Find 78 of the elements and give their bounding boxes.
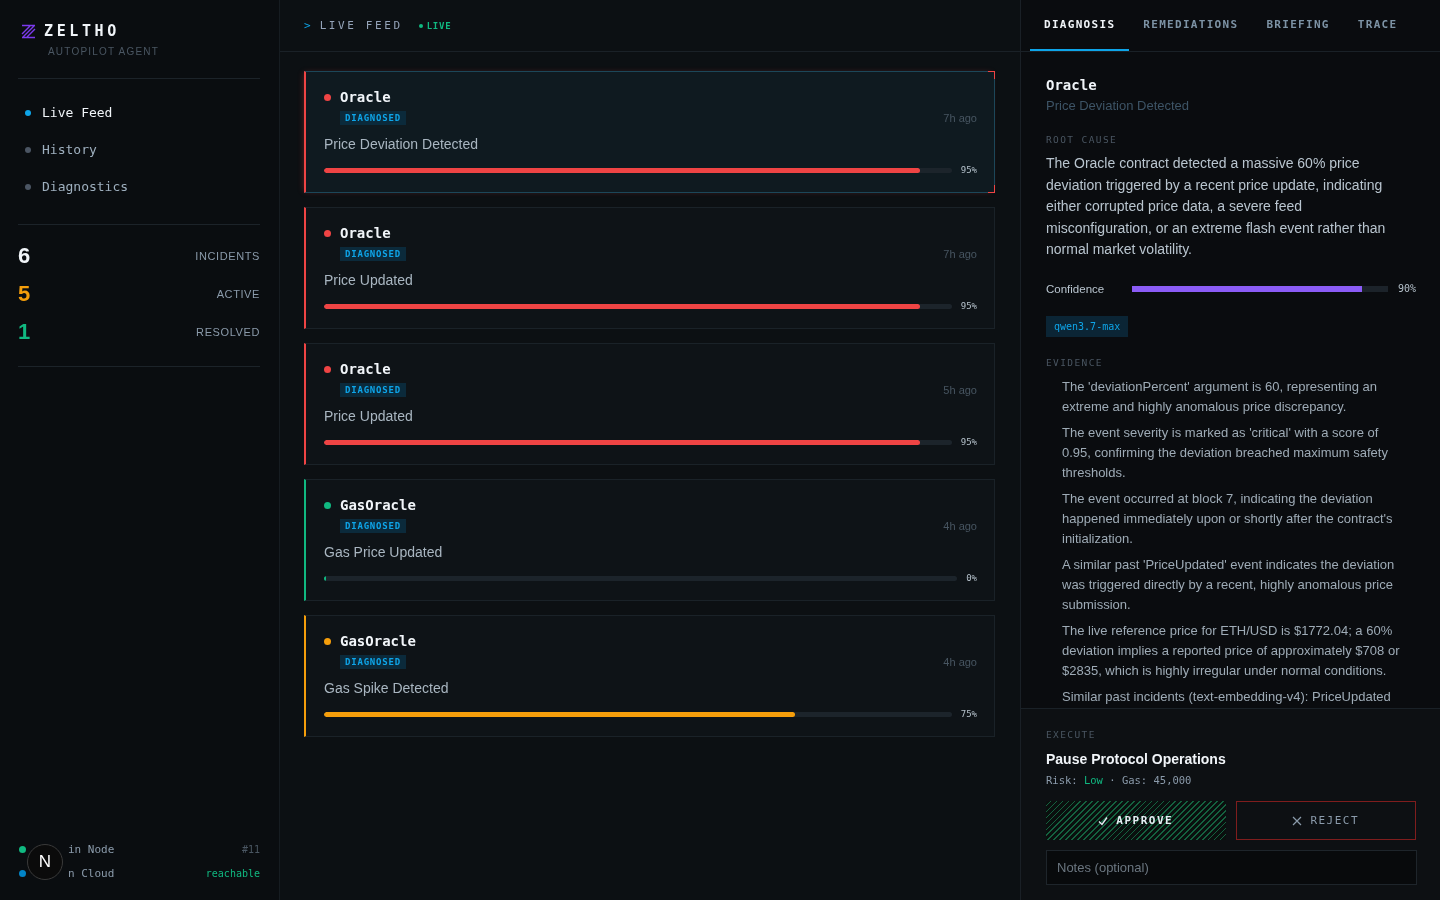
reject-button[interactable]: REJECT [1235,801,1416,840]
evidence-item: Similar past incidents (text-embedding-v4): PriceUpdated [1062,687,1392,706]
incident-title: Gas Price Updated [324,543,444,561]
evidence-item: A similar past 'PriceUpdated' event indicates the deviation was triggered directly by a recent, highly anomalous price submission. [1062,555,1396,614]
incident-source: Oracle [340,225,391,241]
incident-source: GasOracle [340,497,416,513]
incident-title: Price Updated [324,271,414,289]
logo-icon [21,23,36,39]
stat-label: RESOLVED [196,326,260,338]
tab[interactable]: DIAGNOSIS [1030,0,1130,51]
incident-title: Price Deviation Detected [324,135,480,153]
node-status: reachable [205,867,260,879]
incident-card[interactable]: GasOracle DIAGNOSED 4h ago Gas Price Updated 0% [304,479,995,601]
evidence-item: The 'deviationPercent' argument is 60, representing an extreme and highly anomalous price discrepancy. [1062,377,1378,416]
feed-title: LIVE FEED [319,19,403,32]
check-icon [1098,815,1109,826]
progress-reading: 95% [960,437,977,447]
close-icon [1292,815,1303,826]
stat-value: 6 [18,243,31,269]
incident-source: Oracle [340,89,391,105]
progress-reading: 0% [966,573,977,583]
status-tag: DIAGNOSED [340,247,406,261]
incident-card[interactable]: Oracle DIAGNOSED 7h ago Price Deviation Detected 95% [304,71,995,193]
incident-subtitle: Price Deviation Detected [1046,98,1191,114]
confidence-label: Confidence [1046,282,1106,295]
evidence-item: The event severity is marked as 'critical' with a score of 0.95, confirming the deviation breached maximum safety thresholds. [1062,423,1389,482]
evidence-item: The event occurred at block 7, indicating the deviation happened immediately upon or shortly after the contract's initialization. [1062,489,1394,548]
stat-value: 5 [18,281,31,307]
incident-time: 7h ago [943,248,977,260]
approve-button[interactable]: APPROVE [1046,801,1226,840]
status-tag: DIAGNOSED [340,655,406,669]
incident-source: GasOracle [340,633,416,649]
incident-source: Oracle [1046,76,1098,94]
progress-reading: 95% [960,301,977,311]
progress-reading: 75% [960,709,977,719]
incident-title: Price Updated [324,407,414,425]
incident-time: 5h ago [943,384,977,396]
incident-card[interactable]: Oracle DIAGNOSED 5h ago Price Updated 95% [304,343,995,465]
status-tag: DIAGNOSED [340,383,406,397]
incident-source: Oracle [340,361,391,377]
tab[interactable]: REMEDIATIONS [1129,0,1253,51]
tab[interactable]: BRIEFING [1252,0,1344,51]
notes-field[interactable]: Notes (optional) [1046,850,1417,885]
nav-item[interactable]: Live Feed [42,105,113,120]
stat-label: ACTIVE [216,288,260,300]
stat-label: INCIDENTS [195,250,260,262]
stat-value: 1 [18,319,31,345]
corner-bracket-icon [988,185,995,193]
section-label: ROOT CAUSE [1046,134,1119,146]
live-dot-icon [418,23,423,28]
nav-item[interactable]: Diagnostics [42,179,129,194]
incident-title: Gas Spike Detected [324,679,450,697]
root-cause-text: The Oracle contract detected a massive 60% price deviation triggered by a recent price update, indicating either corrupted price data, a severe feed misconfiguration, or an extreme flash event rather than normal market volatility. [1046,154,1387,259]
live-indicator: LIVE [426,20,452,31]
status-tag: DIAGNOSED [340,111,406,125]
incident-card[interactable]: Oracle DIAGNOSED 7h ago Price Updated 95% [304,207,995,329]
node-name: in Node [68,842,115,856]
nav-item[interactable]: History [42,142,97,157]
status-tag: DIAGNOSED [340,519,406,533]
action-meta: Risk: Low · Gas: 45,000 [1046,773,1193,787]
prompt-symbol: > [304,19,311,32]
section-label: EVIDENCE [1046,356,1104,369]
confidence-reading: 90% [1398,283,1417,294]
model-tag: qwen3.7-max [1046,315,1129,337]
node-status: #11 [241,843,260,855]
incident-card[interactable]: GasOracle DIAGNOSED 4h ago Gas Spike Detected 75% [304,615,995,737]
brand-tagline: AUTOPILOT AGENT [48,46,159,58]
action-title: Pause Protocol Operations [1046,750,1227,768]
brand-name: ZELTHO [44,22,120,40]
incident-time: 4h ago [943,656,977,668]
incident-time: 4h ago [943,520,977,532]
corner-bracket-icon [988,71,995,79]
evidence-item: The live reference price for ETH/USD is $1772.04; a 60% deviation implies a reported price of approximately $708 or $2835, which is highly irregular under normal conditions. [1062,621,1401,680]
tab[interactable]: TRACE [1343,0,1412,51]
incident-time: 7h ago [943,112,977,124]
progress-reading: 95% [960,165,977,175]
section-label: EXECUTE [1046,729,1097,741]
node-name: n Cloud [68,866,115,880]
